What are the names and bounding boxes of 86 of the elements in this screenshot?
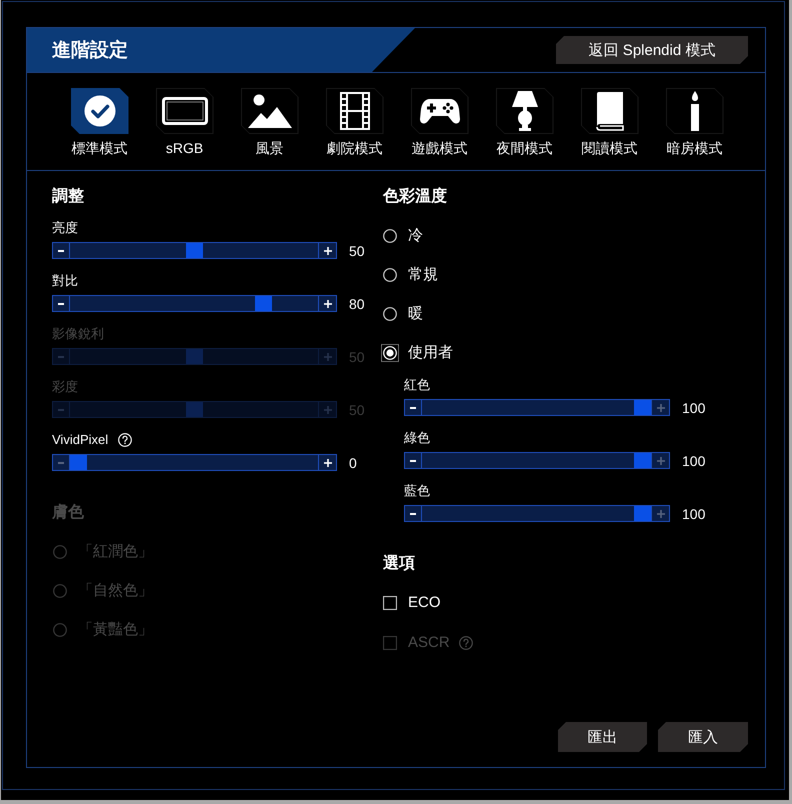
section-heading: 膚色 xyxy=(52,503,84,523)
mode-button[interactable] xyxy=(240,88,298,134)
mode-button[interactable] xyxy=(156,88,214,134)
minus-icon xyxy=(410,460,416,462)
gamepad-icon xyxy=(420,97,460,125)
slider-value: 50 xyxy=(349,244,365,258)
film-strip-icon xyxy=(340,92,370,130)
slider-label: 紅色 xyxy=(404,376,430,394)
section-heading: 色彩溫度 xyxy=(383,187,447,207)
minus-icon xyxy=(58,356,64,358)
mode-button[interactable] xyxy=(70,88,128,134)
slider[interactable] xyxy=(52,454,337,471)
slider-label: VividPixel xyxy=(52,431,108,449)
minus-icon xyxy=(58,408,64,410)
mode-label[interactable]: 劇院模式 xyxy=(326,139,382,157)
mode-label[interactable]: 暗房模式 xyxy=(666,139,722,157)
mode-button[interactable] xyxy=(580,88,638,134)
minus-icon xyxy=(58,302,64,304)
section-heading: 選項 xyxy=(383,554,415,574)
slider-label: 綠色 xyxy=(404,429,430,447)
checkbox-label: ECO xyxy=(408,593,441,613)
slider[interactable] xyxy=(52,242,337,259)
book-icon xyxy=(594,91,624,131)
slider-thumb[interactable] xyxy=(186,243,202,258)
mode-label[interactable]: 標準模式 xyxy=(72,139,128,157)
slider-thumb[interactable] xyxy=(634,453,651,468)
minus-icon xyxy=(410,406,416,408)
slider-value: 0 xyxy=(349,456,357,470)
slider[interactable] xyxy=(404,399,670,416)
minus-icon xyxy=(58,462,64,464)
candle-icon xyxy=(690,91,700,131)
plus-icon xyxy=(324,246,332,254)
mode-label[interactable]: 遊戲模式 xyxy=(412,139,468,157)
radio-label: 「黃豔色」 xyxy=(78,620,153,640)
plus-icon xyxy=(324,458,332,466)
slider-label: 藍色 xyxy=(404,482,430,500)
lamp-icon xyxy=(512,91,538,131)
slider-value: 50 xyxy=(349,402,365,416)
mode-label[interactable]: 夜間模式 xyxy=(496,139,552,157)
screen-icon xyxy=(162,97,208,125)
mode-label[interactable]: 閱讀模式 xyxy=(582,139,638,157)
checkbox[interactable] xyxy=(383,596,397,610)
plus-icon xyxy=(324,406,332,414)
mode-label[interactable]: sRGB xyxy=(166,139,204,157)
slider-label: 亮度 xyxy=(52,219,78,237)
radio-label: 使用者 xyxy=(408,343,453,363)
mode-button[interactable] xyxy=(326,88,384,134)
import-button[interactable]: 匯入 xyxy=(658,722,748,752)
back-button[interactable]: 返回 Splendid 模式 xyxy=(556,36,748,64)
radio-label: 暖 xyxy=(408,304,423,324)
radio-label: 「自然色」 xyxy=(78,581,153,601)
section-heading: 調整 xyxy=(52,187,84,207)
minus-icon xyxy=(410,512,416,514)
radio-label: 常規 xyxy=(408,265,438,285)
plus-icon xyxy=(656,510,664,518)
check-circle-icon xyxy=(84,95,116,127)
slider-thumb[interactable] xyxy=(634,400,651,415)
slider[interactable] xyxy=(404,452,670,469)
slider-value: 100 xyxy=(682,400,706,414)
slider-thumb[interactable] xyxy=(634,506,651,521)
slider[interactable] xyxy=(404,505,670,522)
radio-label: 冷 xyxy=(408,226,423,246)
slider-value: 100 xyxy=(682,454,706,468)
slider-thumb[interactable] xyxy=(254,296,272,311)
plus-icon xyxy=(324,300,332,308)
slider-value: 80 xyxy=(349,296,365,310)
slider-label: 對比 xyxy=(52,272,78,290)
slider-label: 影像銳利 xyxy=(52,325,104,343)
checkbox-label: ASCR xyxy=(408,633,450,653)
slider[interactable] xyxy=(52,295,337,312)
slider-label: 彩度 xyxy=(52,378,78,396)
slider-value: 100 xyxy=(682,506,706,520)
mode-button[interactable] xyxy=(666,88,724,134)
landscape-icon xyxy=(248,94,292,128)
slider-value: 50 xyxy=(349,350,365,364)
mode-label[interactable]: 風景 xyxy=(256,139,284,157)
mode-button[interactable] xyxy=(410,88,468,134)
plus-icon xyxy=(656,456,664,464)
dialog-title: 進階設定 xyxy=(52,40,128,60)
export-button[interactable]: 匯出 xyxy=(558,722,647,752)
minus-icon xyxy=(58,250,64,252)
mode-button[interactable] xyxy=(496,88,554,134)
plus-icon xyxy=(656,404,664,412)
plus-icon xyxy=(324,352,332,360)
radio-label: 「紅潤色」 xyxy=(78,542,153,562)
slider-thumb[interactable] xyxy=(70,455,87,470)
